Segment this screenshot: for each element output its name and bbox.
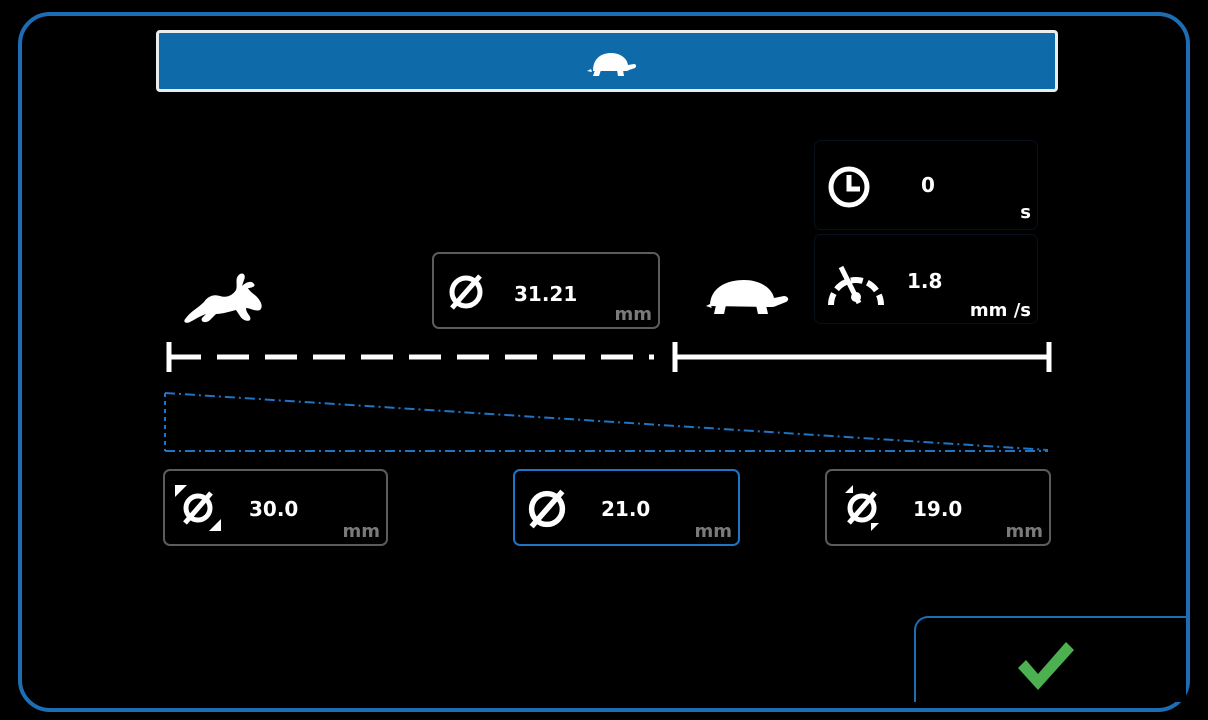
clock-icon (828, 166, 870, 208)
main-frame (18, 12, 1190, 712)
rabbit-icon (184, 273, 262, 323)
timer-unit: s (1020, 202, 1031, 223)
current-diameter-field[interactable]: 31.21 mm (432, 252, 660, 329)
speedometer-icon (828, 265, 884, 306)
end-diameter-field[interactable]: 19.0 mm (825, 469, 1051, 546)
middle-diameter-field[interactable]: 21.0 mm (513, 469, 740, 546)
diameter-icon (449, 274, 483, 310)
turtle-icon (706, 280, 789, 314)
timer-value: 0 (921, 173, 935, 197)
checkmark-icon (1018, 642, 1074, 690)
header-bar (156, 30, 1058, 92)
end-diameter-unit: mm (1005, 521, 1043, 542)
speed-unit: mm /s (969, 300, 1031, 321)
speed-field: 1.8 mm /s (814, 234, 1038, 324)
start-diameter-value: 30.0 (249, 497, 299, 521)
diameter-start-icon (175, 485, 221, 531)
middle-diameter-unit: mm (694, 521, 732, 542)
start-diameter-unit: mm (342, 521, 380, 542)
turtle-icon (587, 53, 637, 76)
diameter-end-icon (845, 485, 879, 531)
end-diameter-value: 19.0 (913, 497, 963, 521)
confirm-button[interactable] (914, 616, 1186, 702)
diameter-icon (528, 489, 566, 529)
timer-field: 0 s (814, 140, 1038, 230)
speed-value: 1.8 (907, 269, 943, 293)
current-diameter-value: 31.21 (514, 282, 578, 306)
start-diameter-field[interactable]: 30.0 mm (163, 469, 388, 546)
middle-diameter-value: 21.0 (601, 497, 651, 521)
current-diameter-unit: mm (614, 304, 652, 325)
